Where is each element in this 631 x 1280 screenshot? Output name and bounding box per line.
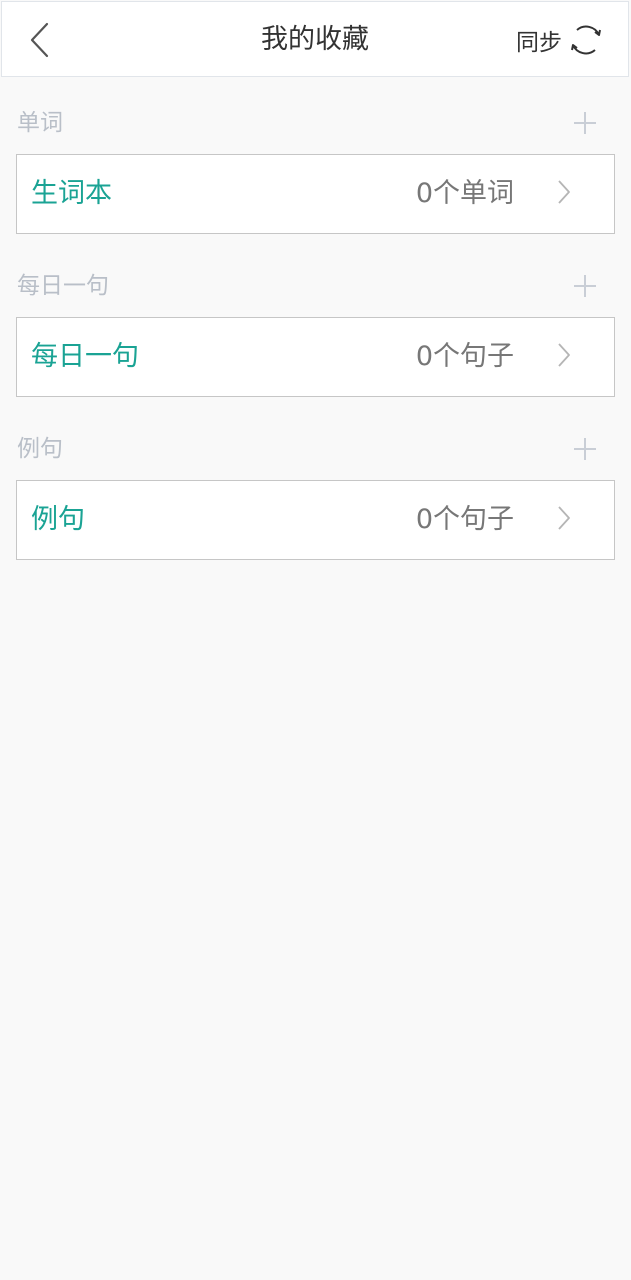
chevron-right-icon (558, 180, 570, 204)
section-header-example-sentences: 例句 (0, 429, 631, 469)
chevron-right-icon (558, 506, 570, 530)
back-button[interactable] (20, 20, 60, 60)
item-name: 例句 (31, 504, 85, 535)
section-header-words: 单词 (0, 103, 631, 143)
list-item-vocabulary-book[interactable]: 生词本 0个单词 (16, 154, 615, 234)
sync-button[interactable]: 同步 (516, 20, 604, 60)
section-title: 单词 (17, 110, 63, 136)
plus-icon[interactable] (571, 109, 599, 137)
top-navigation-bar: 我的收藏 同步 (1, 1, 629, 77)
sync-icon (571, 25, 601, 55)
list-item-example-sentences[interactable]: 例句 0个句子 (16, 480, 615, 560)
item-name: 生词本 (31, 178, 112, 209)
item-name: 每日一句 (31, 341, 139, 372)
list-item-daily-sentence[interactable]: 每日一句 0个句子 (16, 317, 615, 397)
item-count: 0个句子 (415, 504, 514, 535)
item-count: 0个单词 (415, 178, 514, 209)
plus-icon[interactable] (571, 435, 599, 463)
item-count: 0个句子 (415, 341, 514, 372)
chevron-left-icon (30, 22, 49, 58)
section-title: 每日一句 (17, 273, 109, 299)
chevron-right-icon (558, 343, 570, 367)
sync-label: 同步 (516, 30, 562, 56)
plus-icon[interactable] (571, 272, 599, 300)
section-title: 例句 (17, 436, 63, 462)
section-header-daily-sentence: 每日一句 (0, 266, 631, 306)
